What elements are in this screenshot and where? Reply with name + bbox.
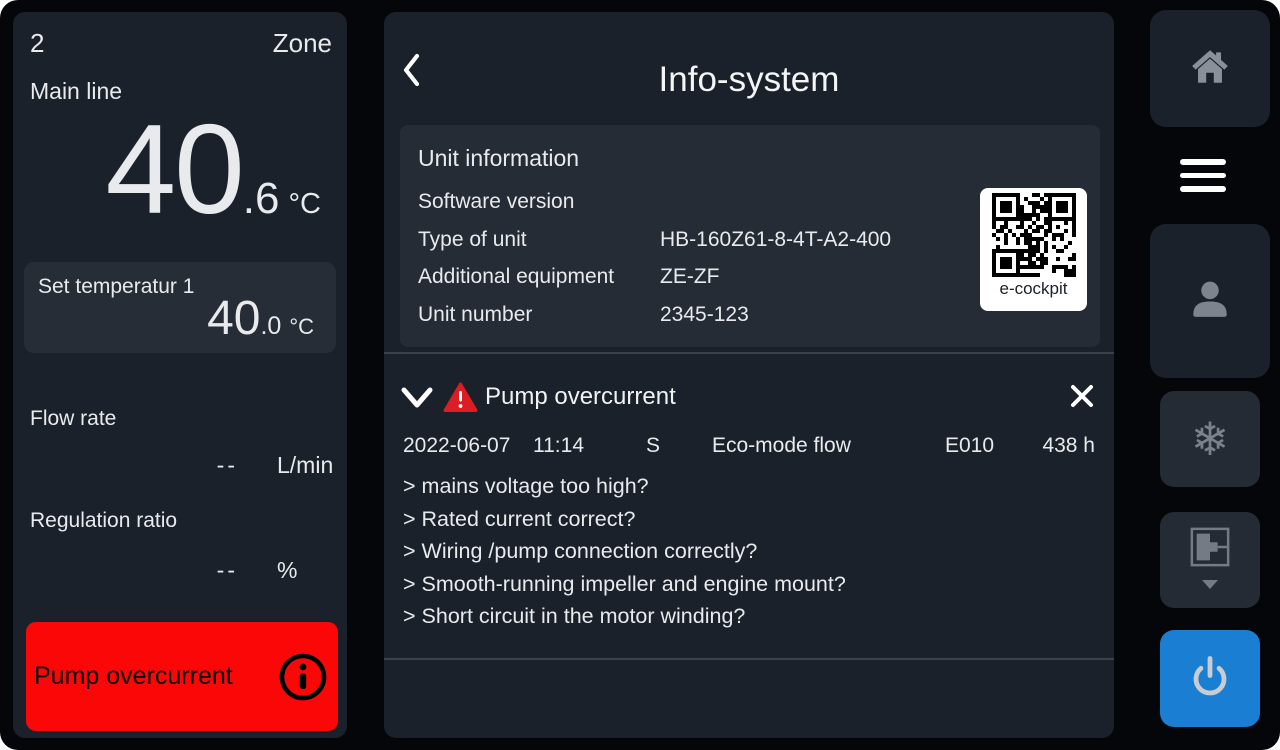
check-item: > Smooth-running impeller and engine mou… <box>403 568 1095 601</box>
zone-select-button[interactable] <box>1160 512 1260 608</box>
user-icon <box>1187 276 1233 327</box>
unit-info-row: Additional equipment ZE-ZF <box>418 265 960 289</box>
alarm-class: S <box>646 434 712 458</box>
zone-label: Zone <box>273 28 332 59</box>
e-cockpit-qr-card[interactable]: e-cockpit <box>980 188 1087 311</box>
dropdown-caret-icon <box>1202 576 1218 594</box>
regulation-ratio-label: Regulation ratio <box>30 509 177 533</box>
home-icon <box>1189 47 1231 90</box>
unit-info-value <box>660 190 960 214</box>
set-temp-integer: 40 <box>207 295 260 343</box>
check-item: > Wiring /pump connection correctly? <box>403 535 1095 568</box>
flow-rate-unit: L/min <box>277 452 333 479</box>
flow-rate-value: -- <box>143 452 238 479</box>
set-temp-label: Set temperatur 1 <box>38 275 194 299</box>
unit-information-card: Unit information Software version Type o… <box>400 125 1100 347</box>
alarm-title: Pump overcurrent <box>485 383 676 411</box>
unit-information-heading: Unit information <box>418 145 579 172</box>
alarm-button-label: Pump overcurrent <box>34 662 233 691</box>
alarm-code: E010 <box>945 434 1035 458</box>
home-button[interactable] <box>1150 10 1270 127</box>
regulation-ratio-unit: % <box>277 557 297 584</box>
power-icon <box>1186 651 1234 706</box>
cooling-button[interactable]: ❄ <box>1160 391 1260 487</box>
user-button[interactable] <box>1150 224 1270 378</box>
unit-info-row: Type of unit HB-160Z61-8-4T-A2-400 <box>418 228 960 252</box>
hamburger-menu-icon <box>1180 159 1226 192</box>
alarm-header: Pump overcurrent <box>384 378 1114 418</box>
power-button[interactable] <box>1160 630 1260 727</box>
divider <box>384 352 1114 354</box>
info-icon[interactable] <box>278 652 328 702</box>
pump-overcurrent-alarm-button[interactable]: Pump overcurrent <box>26 622 338 731</box>
main-temperature-display: 40 .6 °C <box>105 106 321 233</box>
zone-number: 2 <box>30 28 44 59</box>
unit-info-value: HB-160Z61-8-4T-A2-400 <box>660 228 960 252</box>
alarm-checklist: > mains voltage too high? > Rated curren… <box>403 470 1095 633</box>
menu-button-active[interactable] <box>1128 127 1260 224</box>
alarm-runtime: 438 h <box>1035 434 1095 458</box>
snowflake-icon: ❄ <box>1191 416 1230 462</box>
check-item: > mains voltage too high? <box>403 470 1095 503</box>
warning-icon <box>443 381 478 418</box>
unit-info-label: Additional equipment <box>418 265 660 289</box>
qr-caption: e-cockpit <box>980 280 1087 297</box>
alarm-meta-row: 2022-06-07 11:14 S Eco-mode flow E010 43… <box>384 434 1114 458</box>
page-title: Info-system <box>384 60 1114 100</box>
alarm-time: 11:14 <box>533 434 646 458</box>
unit-info-label: Software version <box>418 190 660 214</box>
unit-info-value: ZE-ZF <box>660 265 960 289</box>
set-temp-value: 40 .0 °C <box>207 295 314 343</box>
unit-info-label: Unit number <box>418 303 660 327</box>
regulation-ratio-value: -- <box>143 557 238 584</box>
flow-rate-label: Flow rate <box>30 407 116 431</box>
chevron-down-icon[interactable] <box>399 384 435 419</box>
alarm-source: Eco-mode flow <box>712 434 945 458</box>
divider <box>384 658 1114 660</box>
info-system-panel: Info-system Unit information Software ve… <box>384 12 1114 738</box>
close-icon[interactable] <box>1068 382 1096 415</box>
unit-info-row: Unit number 2345-123 <box>418 303 960 327</box>
main-temp-unit: °C <box>288 190 321 219</box>
check-item: > Rated current correct? <box>403 503 1095 536</box>
check-item: > Short circuit in the motor winding? <box>403 600 1095 633</box>
hmi-screen: 2 Zone Main line 40 .6 °C Set temperatur… <box>0 0 1280 750</box>
zone-row: 2 Zone <box>30 28 332 59</box>
zone-status-panel: 2 Zone Main line 40 .6 °C Set temperatur… <box>13 12 347 738</box>
unit-info-label: Type of unit <box>418 228 660 252</box>
qr-code <box>992 193 1076 277</box>
set-temp-unit: °C <box>289 316 314 338</box>
set-temp-fraction: .0 <box>260 314 281 339</box>
main-temp-fraction: .6 <box>243 177 280 221</box>
set-temperature-card[interactable]: Set temperatur 1 40 .0 °C <box>24 262 336 353</box>
unit-info-row: Software version <box>418 190 960 214</box>
unit-info-value: 2345-123 <box>660 303 960 327</box>
zone-layout-icon <box>1189 526 1231 573</box>
main-temp-integer: 40 <box>105 106 242 233</box>
alarm-date: 2022-06-07 <box>403 434 533 458</box>
